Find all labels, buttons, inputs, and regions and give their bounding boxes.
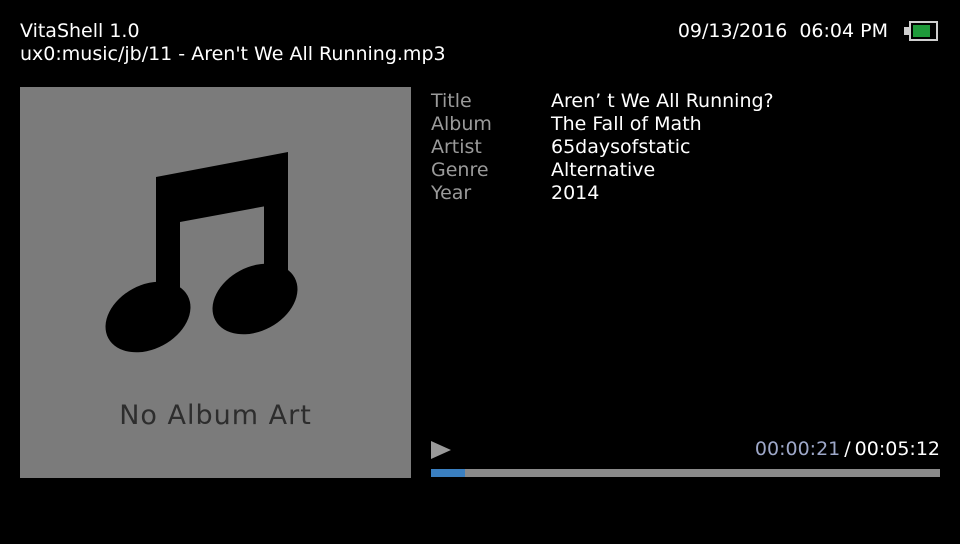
- metadata-key: Title: [431, 90, 472, 112]
- play-icon[interactable]: [431, 441, 451, 459]
- metadata-value: The Fall of Math: [551, 113, 702, 135]
- metadata-value: 65daysofstatic: [551, 136, 691, 158]
- app-title: VitaShell 1.0: [20, 20, 140, 42]
- playback-progress-bar[interactable]: [431, 469, 940, 477]
- elapsed-time: 00:00:21: [754, 438, 841, 460]
- playback-time: 00:00:21/00:05:12: [755, 438, 940, 460]
- battery-icon: [904, 21, 938, 41]
- file-path: ux0:music/jb/11 - Aren't We All Running.…: [20, 43, 446, 65]
- status-time: 06:04 PM: [799, 20, 888, 42]
- metadata-key: Artist: [431, 136, 482, 158]
- metadata-key: Year: [431, 182, 472, 204]
- no-album-art-label: No Album Art: [119, 400, 312, 431]
- music-player-screen: VitaShell 1.0 ux0:music/jb/11 - Aren't W…: [0, 0, 960, 544]
- metadata-value: 2014: [551, 182, 600, 204]
- status-datetime: 09/13/2016 06:04 PM: [678, 20, 888, 42]
- status-date: 09/13/2016: [677, 20, 788, 42]
- time-separator: /: [844, 438, 851, 460]
- album-art-placeholder: No Album Art: [20, 87, 411, 478]
- metadata-key: Album: [431, 113, 492, 135]
- metadata-value: Aren’ t We All Running?: [551, 90, 774, 112]
- playback-progress-fill: [431, 469, 466, 477]
- metadata-key: Genre: [431, 159, 489, 181]
- total-time: 00:05:12: [854, 438, 940, 460]
- metadata-value: Alternative: [551, 159, 656, 181]
